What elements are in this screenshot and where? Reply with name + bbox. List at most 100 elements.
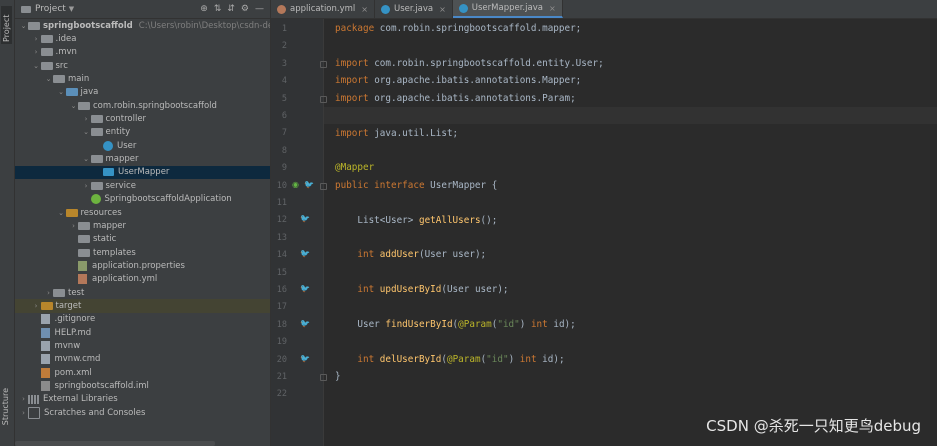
tree-item[interactable]: › service xyxy=(15,179,270,192)
tree-item[interactable]: › Scratches and Consoles xyxy=(15,406,270,419)
tree-item-label: SpringbootscaffoldApplication xyxy=(104,194,232,205)
tree-item[interactable]: templates xyxy=(15,246,270,259)
tree-item[interactable]: › mapper xyxy=(15,219,270,232)
tree-item[interactable]: ⌄ src xyxy=(15,59,270,72)
collapse-all-icon[interactable]: ⇅ xyxy=(214,4,222,14)
tree-item-label: springbootscaffold xyxy=(43,20,133,31)
code-line[interactable]: } xyxy=(335,368,341,385)
structure-tool-button[interactable]: Structure xyxy=(1,388,10,425)
code-line[interactable]: int updUserById (User user); xyxy=(335,281,508,298)
code-token: import xyxy=(335,92,375,104)
close-icon[interactable]: × xyxy=(549,4,556,13)
close-icon[interactable]: × xyxy=(439,5,446,14)
chevron-right-icon[interactable]: › xyxy=(82,115,91,123)
tree-item[interactable]: ⌄ mapper xyxy=(15,153,270,166)
code-line[interactable] xyxy=(324,107,937,125)
chevron-down-icon[interactable]: ⌄ xyxy=(57,88,66,96)
tree-item[interactable]: mvnw xyxy=(15,339,270,352)
tree-item[interactable]: ⌄ com.robin.springbootscaffold xyxy=(15,99,270,112)
fold-marker-icon[interactable] xyxy=(320,374,327,381)
tree-item[interactable]: application.properties xyxy=(15,259,270,272)
tree-item[interactable]: ⌄ main xyxy=(15,72,270,85)
code-line[interactable]: package com.robin.springbootscaffold.map… xyxy=(335,20,581,37)
chevron-down-icon[interactable]: ⌄ xyxy=(44,75,53,83)
chevron-right-icon[interactable]: › xyxy=(69,222,78,230)
editor-tab[interactable]: User.java × xyxy=(375,0,453,18)
tree-item[interactable]: application.yml xyxy=(15,273,270,286)
tree-item[interactable]: ⌄ springbootscaffold C:\Users\robin\Deskto… xyxy=(15,19,270,32)
expand-icon[interactable]: ⇵ xyxy=(227,4,235,14)
code-view[interactable]: package com.robin.springbootscaffold.map… xyxy=(320,19,937,446)
tree-item[interactable]: HELP.md xyxy=(15,326,270,339)
code-line[interactable]: int addUser (User user); xyxy=(335,246,486,263)
code-line[interactable]: import java.util.List; xyxy=(335,124,458,141)
fold-marker-icon[interactable] xyxy=(320,95,327,103)
tree-item[interactable]: User xyxy=(15,139,270,152)
editor-tab[interactable]: application.yml × xyxy=(271,0,375,18)
maven-pom-icon xyxy=(40,367,50,378)
code-line[interactable]: import com.robin.springbootscaffold.enti… xyxy=(335,55,604,72)
mybatis-bird-icon[interactable]: 🐦 xyxy=(304,180,314,189)
mybatis-bird-icon[interactable]: 🐦 xyxy=(300,319,310,328)
tree-item[interactable]: springbootscaffold.iml xyxy=(15,379,270,392)
code-line[interactable]: User findUserById(@Param("id") int id); xyxy=(335,316,575,333)
implement-icon[interactable]: ◉ xyxy=(292,180,299,189)
code-token: User xyxy=(385,214,408,226)
chevron-down-icon[interactable]: ⌄ xyxy=(57,209,66,217)
code-line[interactable]: List< User > getAllUsers (); xyxy=(335,211,497,228)
line-number: 21 xyxy=(276,372,287,382)
close-icon[interactable]: × xyxy=(361,5,368,14)
code-line[interactable]: import org.apache.ibatis.annotations.Par… xyxy=(335,90,576,107)
fold-marker-icon[interactable] xyxy=(320,60,327,68)
tree-item[interactable]: › .mvn xyxy=(15,46,270,59)
chevron-down-icon[interactable]: ⌄ xyxy=(32,62,41,70)
chevron-down-icon[interactable]: ⌄ xyxy=(82,155,91,163)
editor-tab[interactable]: UserMapper.java × xyxy=(452,0,563,18)
fold-marker-icon[interactable] xyxy=(320,182,327,190)
tree-item[interactable]: .gitignore xyxy=(15,313,270,326)
module-file-icon xyxy=(40,381,50,392)
tree-item[interactable]: › test xyxy=(15,286,270,299)
gear-icon[interactable]: ⚙ xyxy=(241,4,249,14)
tree-item-label: java xyxy=(80,87,99,98)
mybatis-bird-icon[interactable]: 🐦 xyxy=(300,214,310,223)
tree-item[interactable]: › controller xyxy=(15,112,270,125)
chevron-down-icon[interactable]: ⌄ xyxy=(19,22,28,30)
line-number: 5 xyxy=(281,93,287,104)
chevron-right-icon[interactable]: › xyxy=(32,302,41,310)
chevron-right-icon[interactable]: › xyxy=(19,409,28,417)
tree-item[interactable]: pom.xml xyxy=(15,366,270,379)
tree-item[interactable]: static xyxy=(15,233,270,246)
chevron-right-icon[interactable]: › xyxy=(19,395,28,403)
chevron-right-icon[interactable]: › xyxy=(32,48,41,56)
tree-item[interactable]: › External Libraries xyxy=(15,393,270,406)
project-panel-title[interactable]: Project xyxy=(35,4,66,14)
code-line[interactable]: @Mapper xyxy=(335,159,374,176)
hide-icon[interactable]: — xyxy=(255,4,264,14)
chevron-right-icon[interactable]: › xyxy=(32,35,41,43)
mybatis-bird-icon[interactable]: 🐦 xyxy=(300,354,310,363)
locate-icon[interactable]: ⊕ xyxy=(200,4,208,14)
tree-item[interactable]: › target xyxy=(15,299,270,313)
tree-item[interactable]: SpringbootscaffoldApplication xyxy=(15,193,270,206)
tree-item[interactable]: ⌄ resources xyxy=(15,206,270,219)
code-line[interactable]: import org.apache.ibatis.annotations.Map… xyxy=(335,72,581,89)
mybatis-bird-icon[interactable]: 🐦 xyxy=(300,249,310,258)
code-line[interactable]: public interface UserMapper { xyxy=(335,177,497,194)
mybatis-bird-icon[interactable]: 🐦 xyxy=(300,284,310,293)
chevron-right-icon[interactable]: › xyxy=(44,289,53,297)
chevron-down-icon[interactable]: ⌄ xyxy=(69,102,78,110)
chevron-down-icon[interactable]: ⌄ xyxy=(82,128,91,136)
tree-item[interactable]: ⌄ entity xyxy=(15,126,270,139)
horizontal-scrollbar[interactable] xyxy=(15,441,215,446)
tree-item[interactable]: ⌄ java xyxy=(15,86,270,99)
project-tool-button[interactable]: Project xyxy=(1,6,12,44)
tree-item[interactable]: UserMapper xyxy=(15,165,270,180)
code-line[interactable]: int delUserById(@Param("id") int id); xyxy=(335,351,564,368)
tree-item[interactable]: › .idea xyxy=(15,32,270,45)
tree-item-label: application.properties xyxy=(92,260,185,271)
tree-item[interactable]: mvnw.cmd xyxy=(15,353,270,366)
chevron-right-icon[interactable]: › xyxy=(82,182,91,190)
folder-icon xyxy=(53,75,65,84)
chevron-down-icon[interactable]: ▼ xyxy=(69,5,74,13)
